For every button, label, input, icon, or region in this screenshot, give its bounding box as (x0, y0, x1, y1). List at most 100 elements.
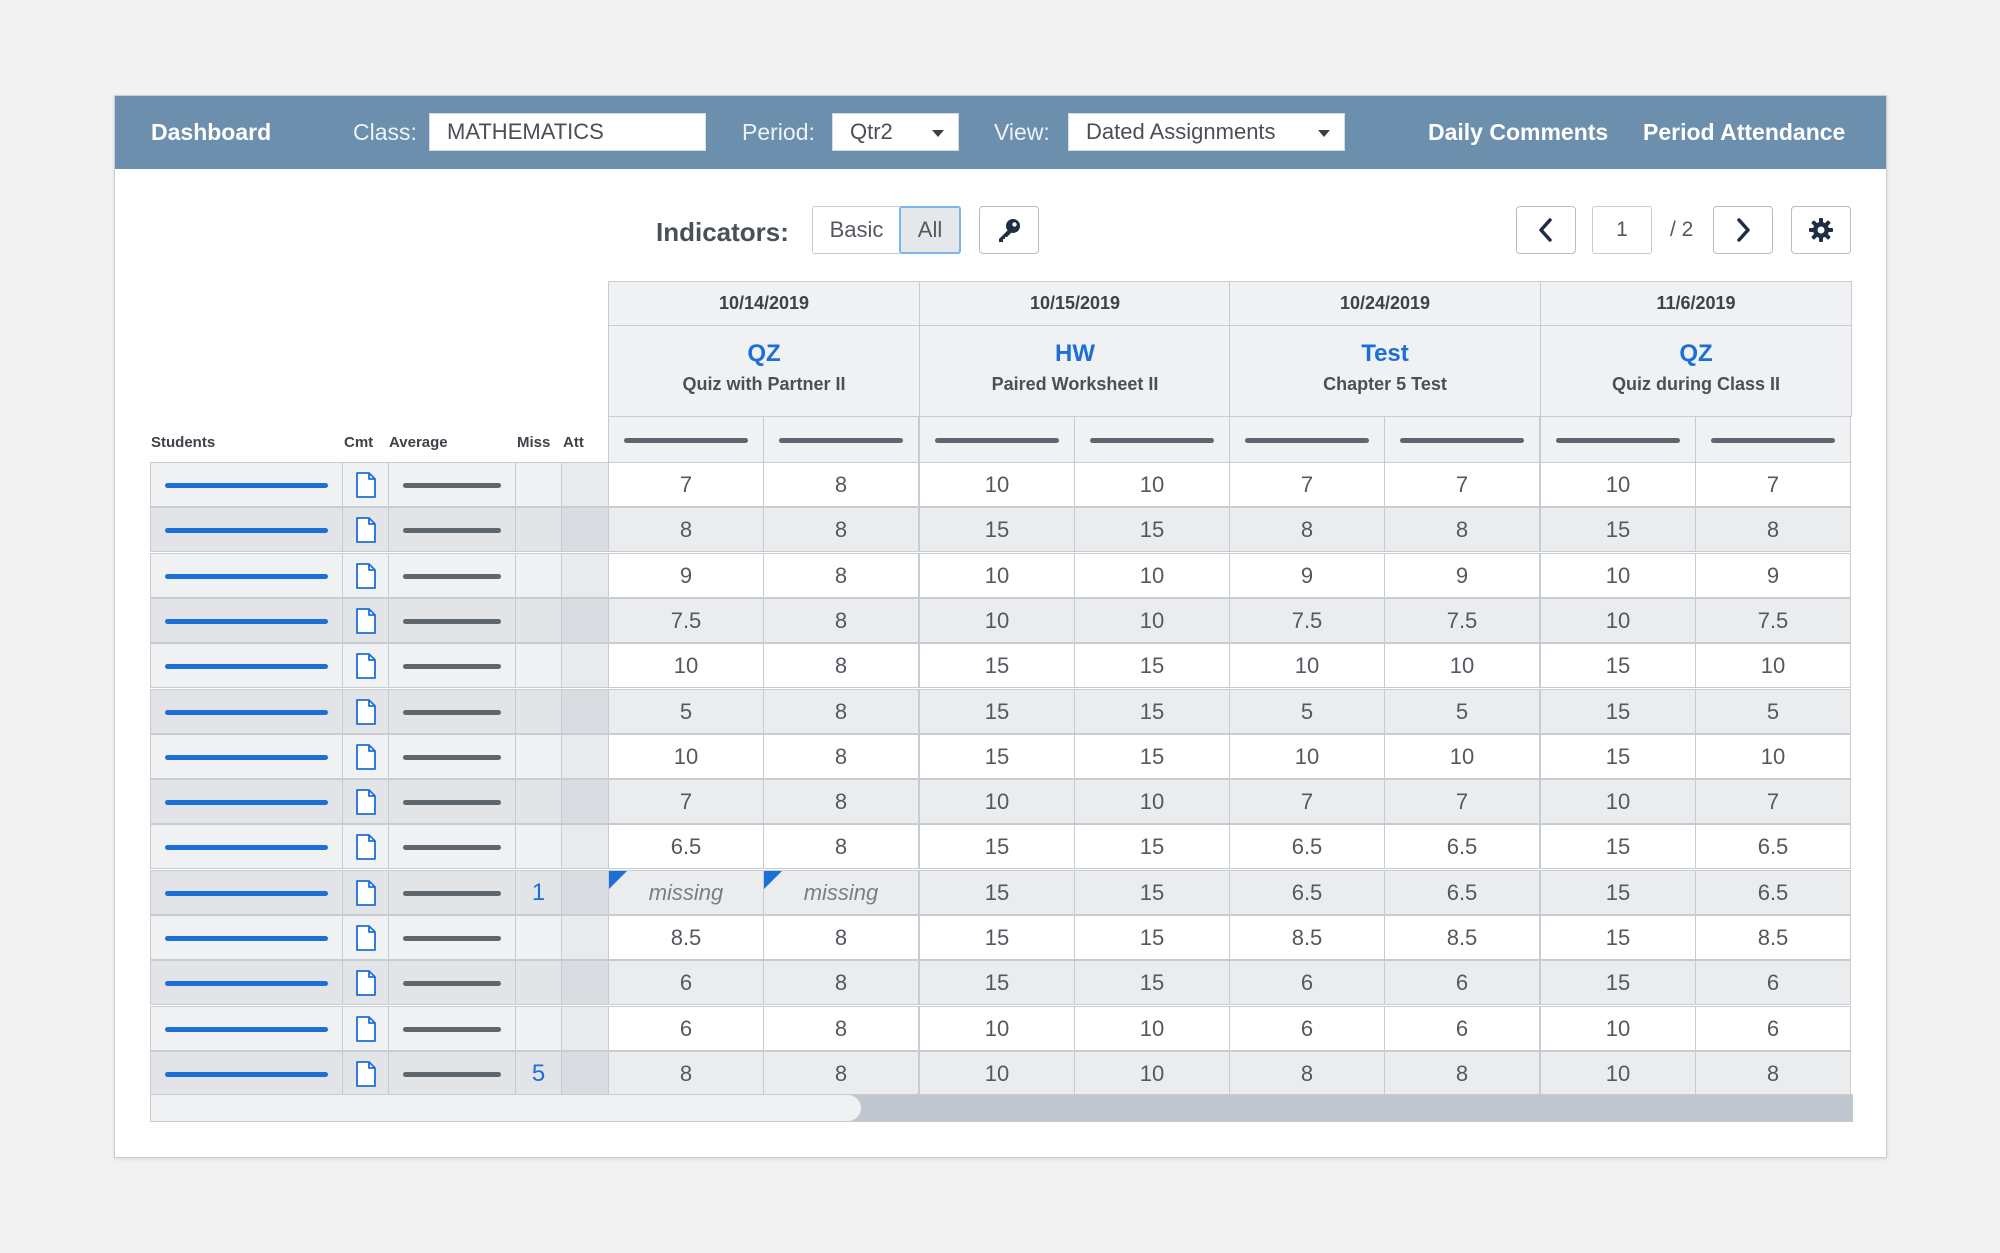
student-name-cell[interactable] (150, 689, 343, 734)
student-name-cell[interactable] (150, 553, 343, 598)
score-cell[interactable]: 15 (1540, 734, 1696, 779)
score-cell[interactable]: 8.5 (1384, 915, 1540, 960)
score-cell[interactable]: 8.5 (608, 915, 764, 960)
score-cell[interactable]: 6 (608, 960, 764, 1005)
indicators-basic-toggle[interactable]: Basic (812, 206, 900, 254)
miss-cell[interactable] (515, 779, 562, 824)
assignment-type[interactable]: Test (1230, 340, 1540, 368)
score-cell[interactable]: 9 (1695, 553, 1851, 598)
student-name-cell[interactable] (150, 462, 343, 507)
score-cell[interactable]: missing (608, 870, 764, 915)
prev-page-button[interactable] (1516, 206, 1576, 254)
miss-cell[interactable]: 1 (515, 870, 562, 915)
score-cell[interactable]: 10 (1540, 779, 1696, 824)
score-cell[interactable]: 10 (1540, 553, 1696, 598)
score-cell[interactable]: 8 (1229, 507, 1385, 552)
score-cell[interactable]: 15 (1074, 960, 1230, 1005)
score-cell[interactable]: 6.5 (1229, 824, 1385, 869)
score-cell[interactable]: 8 (1695, 1051, 1851, 1096)
score-cell[interactable]: 8 (763, 734, 919, 779)
score-cell[interactable]: 6 (1229, 960, 1385, 1005)
comment-cell[interactable] (342, 689, 389, 734)
score-cell[interactable]: 8 (763, 1006, 919, 1051)
score-cell[interactable]: 8 (763, 643, 919, 688)
score-cell[interactable]: 8 (1229, 1051, 1385, 1096)
score-cell[interactable]: 8 (1384, 1051, 1540, 1096)
score-cell[interactable]: 10 (919, 1051, 1075, 1096)
score-cell[interactable]: 15 (1074, 734, 1230, 779)
score-cell[interactable]: 6.5 (1229, 870, 1385, 915)
comment-cell[interactable] (342, 824, 389, 869)
score-cell[interactable]: 8 (763, 1051, 919, 1096)
student-name-cell[interactable] (150, 779, 343, 824)
score-cell[interactable]: 6 (608, 1006, 764, 1051)
score-cell[interactable]: 7.5 (1695, 598, 1851, 643)
score-cell[interactable]: 15 (919, 643, 1075, 688)
student-name-cell[interactable] (150, 960, 343, 1005)
score-cell[interactable]: 10 (1074, 598, 1230, 643)
score-cell[interactable]: 8 (763, 960, 919, 1005)
score-cell[interactable]: 10 (608, 734, 764, 779)
assignment-type[interactable]: QZ (609, 340, 919, 368)
score-cell[interactable]: 8 (763, 553, 919, 598)
score-cell[interactable]: 15 (919, 507, 1075, 552)
score-cell[interactable]: 7 (608, 462, 764, 507)
score-cell[interactable]: 8.5 (1229, 915, 1385, 960)
miss-count[interactable]: 5 (532, 1060, 545, 1088)
settings-button[interactable] (1791, 206, 1851, 254)
student-name-cell[interactable] (150, 915, 343, 960)
score-cell[interactable]: 5 (1695, 689, 1851, 734)
score-cell[interactable]: 10 (919, 598, 1075, 643)
miss-cell[interactable] (515, 598, 562, 643)
score-cell[interactable]: 7 (608, 779, 764, 824)
student-name-cell[interactable] (150, 870, 343, 915)
score-cell[interactable]: 6 (1695, 960, 1851, 1005)
miss-cell[interactable] (515, 462, 562, 507)
miss-cell[interactable] (515, 960, 562, 1005)
score-cell[interactable]: 7 (1384, 462, 1540, 507)
score-cell[interactable]: 8 (763, 824, 919, 869)
comment-cell[interactable] (342, 462, 389, 507)
miss-cell[interactable] (515, 689, 562, 734)
score-cell[interactable]: 10 (1229, 734, 1385, 779)
miss-cell[interactable] (515, 824, 562, 869)
score-cell[interactable]: 6.5 (1384, 824, 1540, 869)
score-cell[interactable]: 7 (1695, 779, 1851, 824)
score-cell[interactable]: 10 (919, 462, 1075, 507)
miss-cell[interactable] (515, 1006, 562, 1051)
student-name-cell[interactable] (150, 734, 343, 779)
student-name-cell[interactable] (150, 1051, 343, 1096)
page-number-input[interactable]: 1 (1592, 206, 1652, 254)
score-cell[interactable]: 10 (1540, 598, 1696, 643)
miss-cell[interactable] (515, 643, 562, 688)
comment-cell[interactable] (342, 915, 389, 960)
score-cell[interactable]: 6.5 (1384, 870, 1540, 915)
score-cell[interactable]: 8 (763, 689, 919, 734)
score-cell[interactable]: missing (763, 870, 919, 915)
score-cell[interactable]: 8.5 (1695, 915, 1851, 960)
score-cell[interactable]: 7.5 (1384, 598, 1540, 643)
score-cell[interactable]: 7 (1695, 462, 1851, 507)
period-select[interactable]: Qtr2 (832, 113, 959, 151)
comment-cell[interactable] (342, 1006, 389, 1051)
key-button[interactable] (979, 206, 1039, 254)
score-cell[interactable]: 9 (1384, 553, 1540, 598)
period-attendance-link[interactable]: Period Attendance (1643, 96, 1845, 169)
student-name-cell[interactable] (150, 1006, 343, 1051)
comment-cell[interactable] (342, 643, 389, 688)
horizontal-scrollbar[interactable] (150, 1094, 1853, 1122)
score-cell[interactable]: 15 (1540, 960, 1696, 1005)
student-name-cell[interactable] (150, 507, 343, 552)
score-cell[interactable]: 15 (1540, 689, 1696, 734)
assignment-type[interactable]: HW (920, 340, 1230, 368)
score-cell[interactable]: 8 (763, 507, 919, 552)
score-cell[interactable]: 8 (763, 779, 919, 824)
score-cell[interactable]: 10 (1384, 734, 1540, 779)
score-cell[interactable]: 8 (1384, 507, 1540, 552)
daily-comments-link[interactable]: Daily Comments (1428, 96, 1608, 169)
score-cell[interactable]: 6.5 (1695, 870, 1851, 915)
score-cell[interactable]: 15 (919, 689, 1075, 734)
score-cell[interactable]: 15 (919, 960, 1075, 1005)
score-cell[interactable]: 8 (608, 507, 764, 552)
miss-cell[interactable] (515, 915, 562, 960)
